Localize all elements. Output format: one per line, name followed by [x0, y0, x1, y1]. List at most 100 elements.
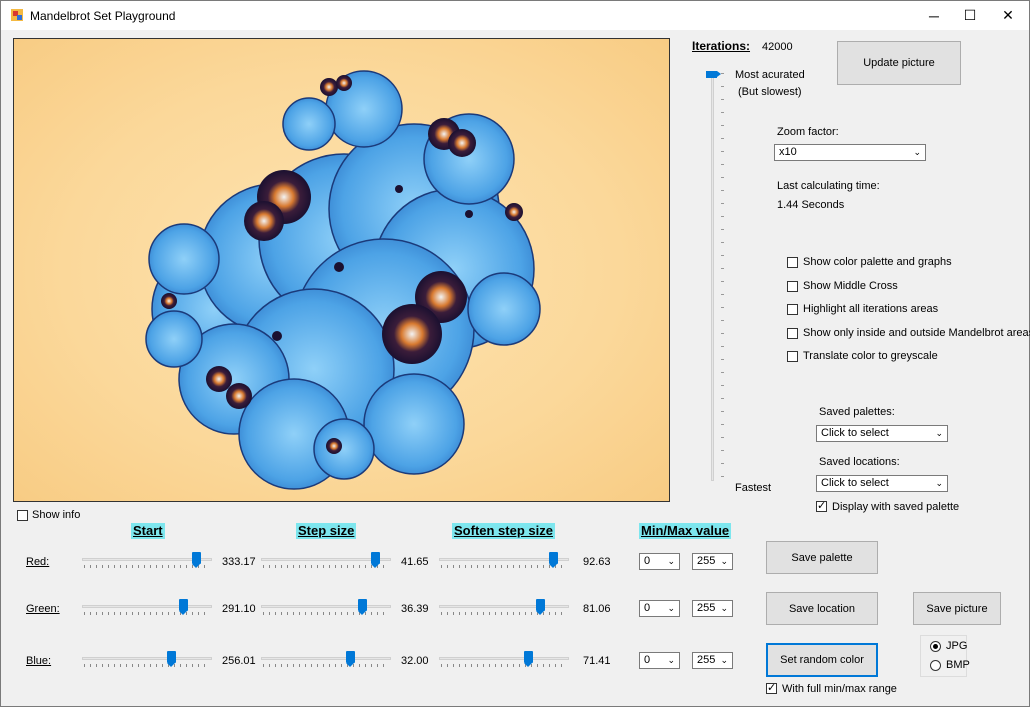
saved-palettes-value: Click to select [821, 427, 889, 439]
iterations-slider[interactable] [704, 71, 724, 487]
start-slider-ticks [84, 664, 210, 667]
soften-value: 71.41 [583, 655, 611, 667]
iterations-slider-ticks [721, 73, 724, 479]
option-label-1: Show Middle Cross [803, 280, 898, 292]
max-value-select[interactable]: 255 ⌄ [692, 652, 733, 669]
chevron-down-icon: ⌄ [935, 428, 943, 438]
iterations-value: 42000 [762, 41, 793, 53]
close-icon: ✕ [1002, 7, 1014, 23]
start-slider[interactable] [82, 551, 212, 571]
row-label: Blue: [26, 655, 52, 667]
save-palette-label: Save palette [791, 551, 853, 564]
soften-value: 81.06 [583, 603, 611, 615]
step-slider-thumb[interactable] [346, 651, 355, 667]
option-checkbox-2[interactable] [787, 304, 798, 315]
chevron-down-icon: ⌄ [667, 655, 675, 665]
header-start: Start [131, 523, 165, 539]
step-value: 32.00 [401, 655, 429, 667]
soften-slider[interactable] [439, 598, 569, 618]
zoom-value: x10 [779, 146, 797, 158]
soften-slider[interactable] [439, 650, 569, 670]
option-checkbox-3[interactable] [787, 328, 798, 339]
start-value: 256.01 [222, 655, 256, 667]
save-picture-label: Save picture [926, 602, 988, 615]
chevron-down-icon: ⌄ [720, 655, 728, 665]
step-slider[interactable] [261, 650, 391, 670]
zoom-select[interactable]: x10 ⌄ [774, 144, 926, 161]
soften-value: 92.63 [583, 556, 611, 568]
start-slider[interactable] [82, 650, 212, 670]
iterations-top-sub: (But slowest) [738, 86, 802, 98]
step-value: 36.39 [401, 603, 429, 615]
title-bar: Mandelbrot Set Playground ─ ☐ ✕ [1, 1, 1029, 30]
soften-slider-track [439, 657, 569, 660]
chevron-down-icon: ⌄ [720, 603, 728, 613]
min-value-text: 0 [644, 654, 651, 666]
step-value: 41.65 [401, 556, 429, 568]
update-picture-label: Update picture [863, 57, 935, 69]
show-info-checkbox[interactable] [17, 510, 28, 521]
soften-slider[interactable] [439, 551, 569, 571]
chevron-down-icon: ⌄ [913, 147, 921, 157]
jpg-label: JPG [946, 640, 968, 652]
step-slider[interactable] [261, 551, 391, 571]
iterations-slider-thumb[interactable] [706, 71, 721, 78]
option-checkbox-4[interactable] [787, 351, 798, 362]
chevron-down-icon: ⌄ [935, 478, 943, 488]
jpg-radio[interactable] [930, 641, 941, 652]
update-picture-button[interactable]: Update picture [837, 41, 961, 85]
close-button[interactable]: ✕ [985, 1, 1030, 30]
save-location-button[interactable]: Save location [766, 592, 878, 625]
start-slider-thumb[interactable] [167, 651, 176, 667]
calc-time-value: 1.44 Seconds [777, 199, 845, 211]
step-slider[interactable] [261, 598, 391, 618]
option-checkbox-1[interactable] [787, 281, 798, 292]
step-slider-thumb[interactable] [371, 552, 380, 568]
fractal-image [145, 70, 541, 490]
max-value-text: 255 [697, 654, 716, 666]
max-value-select[interactable]: 255 ⌄ [692, 553, 733, 570]
iterations-bottom-label: Fastest [735, 482, 772, 494]
save-picture-button[interactable]: Save picture [913, 592, 1001, 625]
soften-slider-ticks [441, 664, 567, 667]
start-slider-thumb[interactable] [179, 599, 188, 615]
soften-slider-thumb[interactable] [536, 599, 545, 615]
window-title: Mandelbrot Set Playground [30, 9, 176, 23]
min-value-select[interactable]: 0 ⌄ [639, 652, 680, 669]
step-slider-thumb[interactable] [358, 599, 367, 615]
header-step-size: Step size [296, 523, 357, 539]
option-checkbox-0[interactable] [787, 257, 798, 268]
max-value-select[interactable]: 255 ⌄ [692, 600, 733, 617]
saved-locations-select[interactable]: Click to select ⌄ [816, 475, 948, 492]
option-label-3: Show only inside and outside Mandelbrot … [803, 327, 1030, 339]
saved-palettes-select[interactable]: Click to select ⌄ [816, 425, 948, 442]
set-random-color-button[interactable]: Set random color [766, 643, 878, 677]
option-label-2: Highlight all iterations areas [803, 303, 939, 315]
start-slider-track [82, 605, 212, 608]
max-value-text: 255 [697, 602, 716, 614]
display-saved-palette-checkbox[interactable] [816, 499, 827, 512]
fractal-picture[interactable] [13, 38, 670, 502]
start-slider-thumb[interactable] [192, 552, 201, 568]
min-value-select[interactable]: 0 ⌄ [639, 553, 680, 570]
header-min-max-value: Min/Max value [639, 523, 732, 539]
bmp-radio[interactable] [930, 660, 941, 671]
minimize-icon: ─ [929, 7, 939, 24]
option-label-4: Translate color to greyscale [803, 350, 938, 362]
start-value: 333.17 [222, 556, 256, 568]
saved-locations-value: Click to select [821, 477, 889, 489]
maximize-icon: ☐ [963, 7, 977, 23]
iterations-top-label: Most acurated [735, 69, 805, 81]
save-palette-button[interactable]: Save palette [766, 541, 878, 574]
soften-slider-thumb[interactable] [549, 552, 558, 568]
chevron-down-icon: ⌄ [667, 556, 675, 566]
start-slider[interactable] [82, 598, 212, 618]
soften-slider-thumb[interactable] [524, 651, 533, 667]
step-slider-ticks [263, 664, 389, 667]
min-value-select[interactable]: 0 ⌄ [639, 600, 680, 617]
full-range-checkbox[interactable] [766, 681, 777, 694]
show-info-label: Show info [32, 509, 81, 521]
min-value-text: 0 [644, 555, 651, 567]
save-location-label: Save location [788, 602, 856, 615]
step-slider-ticks [263, 612, 389, 615]
